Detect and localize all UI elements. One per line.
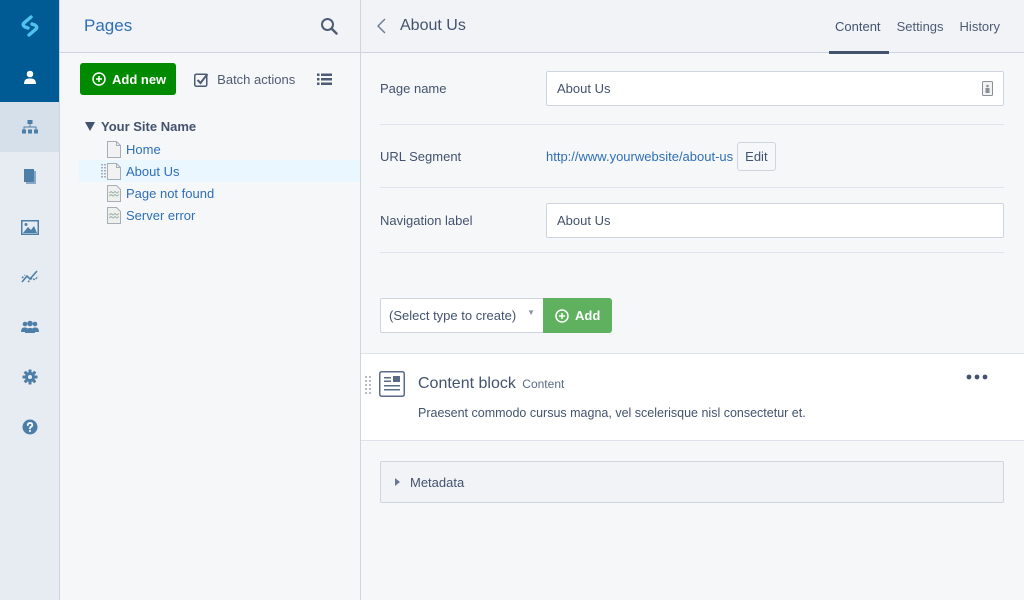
plus-circle-icon [555, 309, 569, 323]
add-new-label: Add new [112, 72, 166, 87]
tree-node-server-error[interactable]: Server error [79, 204, 360, 226]
page-icon [107, 141, 121, 158]
content-block-icon [379, 371, 405, 397]
search-icon[interactable] [320, 17, 338, 35]
sitemap-icon [21, 119, 39, 135]
error-page-icon [107, 185, 121, 202]
gear-icon [22, 369, 38, 385]
site-name-label: Your Site Name [101, 119, 196, 134]
url-segment-link[interactable]: http://www.yourwebsite/about-us [546, 149, 733, 164]
add-block-label: Add [575, 308, 600, 323]
tree-root: Your Site Name [60, 105, 360, 134]
drag-handle-icon[interactable] [365, 376, 371, 396]
navigation-label-value: About Us [557, 213, 610, 228]
url-segment-field: URL Segment http://www.yourwebsite/about… [380, 125, 1004, 188]
tree-root-node[interactable]: Your Site Name [85, 119, 360, 134]
tree-node-label: Home [126, 142, 161, 157]
tree-node-page-not-found[interactable]: Page not found [79, 182, 360, 204]
tree-node-about-us[interactable]: About Us [79, 160, 360, 182]
app-rail [0, 0, 60, 600]
tree-node-label: About Us [126, 164, 179, 179]
checkbox-icon [194, 72, 209, 87]
block-type-select-value: (Select type to create) [389, 308, 516, 323]
rail-item-security[interactable] [0, 302, 59, 352]
logo[interactable] [0, 0, 59, 52]
page-name-field: Page name About Us [380, 53, 1004, 125]
logo-icon [18, 14, 42, 38]
content-block-type: Content [522, 377, 564, 391]
edit-url-button[interactable]: Edit [737, 142, 775, 171]
page-icon [107, 163, 121, 180]
batch-actions-toggle[interactable]: Batch actions [194, 72, 295, 87]
metadata-label: Metadata [410, 475, 464, 490]
page-name-label: Page name [380, 81, 546, 96]
page-name-input[interactable]: About Us [546, 71, 1004, 106]
back-chevron-icon[interactable] [377, 18, 386, 34]
content-block-summary: Praesent commodo cursus magna, vel scele… [418, 406, 806, 420]
page-name-value: About Us [557, 81, 610, 96]
help-icon [22, 419, 38, 435]
tree-node-label: Server error [126, 208, 195, 223]
content-block-title: Content block Content [418, 375, 564, 393]
contact-card-icon [982, 81, 993, 96]
triangle-down-icon[interactable] [85, 122, 95, 131]
metadata-toggle[interactable]: Metadata [380, 461, 1004, 503]
image-icon [21, 220, 39, 235]
page-title: About Us [400, 17, 466, 35]
edit-tabs: Content Settings History [827, 0, 1008, 53]
tree-header: Pages [60, 0, 360, 53]
plus-circle-icon [92, 72, 106, 86]
rail-item-reports[interactable] [0, 252, 59, 302]
error-page-icon [107, 207, 121, 224]
rail-item-users[interactable] [0, 52, 59, 102]
caret-down-icon: ▼ [527, 308, 535, 317]
tree-node-list: Home About Us [60, 138, 360, 226]
rail-item-settings[interactable] [0, 352, 59, 402]
files-icon [22, 168, 38, 186]
url-segment-label: URL Segment [380, 149, 546, 164]
content-block[interactable]: Content block Content Praesent commodo c… [361, 353, 1024, 441]
user-icon [22, 69, 38, 85]
tree-node-home[interactable]: Home [79, 138, 360, 160]
add-new-button[interactable]: Add new [80, 63, 176, 95]
site-tree-panel: Pages Add new Batch actions [60, 0, 361, 600]
tree-title: Pages [84, 16, 132, 36]
tree-node-label: Page not found [126, 186, 214, 201]
edit-panel: About Us Content Settings History Page n… [361, 0, 1024, 600]
rail-item-images[interactable] [0, 202, 59, 252]
tab-content[interactable]: Content [827, 0, 889, 53]
navigation-label-label: Navigation label [380, 213, 546, 228]
more-actions-icon[interactable] [966, 374, 988, 380]
navigation-label-field: Navigation label About Us [380, 188, 1004, 253]
add-block-button[interactable]: Add [543, 298, 612, 333]
batch-actions-label: Batch actions [217, 72, 295, 87]
page-form: Page name About Us URL Segment http://ww… [361, 53, 1024, 253]
list-view-icon[interactable] [317, 73, 332, 86]
tree-toolbar: Add new Batch actions [60, 53, 360, 105]
edit-header: About Us Content Settings History [361, 0, 1024, 53]
drag-handle-icon[interactable] [101, 164, 106, 178]
rail-item-pages[interactable] [0, 102, 59, 152]
triangle-right-icon [395, 478, 400, 486]
add-block-row: (Select type to create) ▼ Add [361, 253, 1024, 353]
block-type-select[interactable]: (Select type to create) ▼ [380, 298, 543, 333]
tab-settings[interactable]: Settings [889, 0, 952, 53]
navigation-label-input[interactable]: About Us [546, 203, 1004, 238]
group-icon [21, 320, 39, 334]
tab-history[interactable]: History [952, 0, 1008, 53]
rail-item-files[interactable] [0, 152, 59, 202]
rail-item-help[interactable] [0, 402, 59, 452]
content-block-name: Content block [418, 375, 516, 392]
chart-icon [21, 269, 39, 285]
